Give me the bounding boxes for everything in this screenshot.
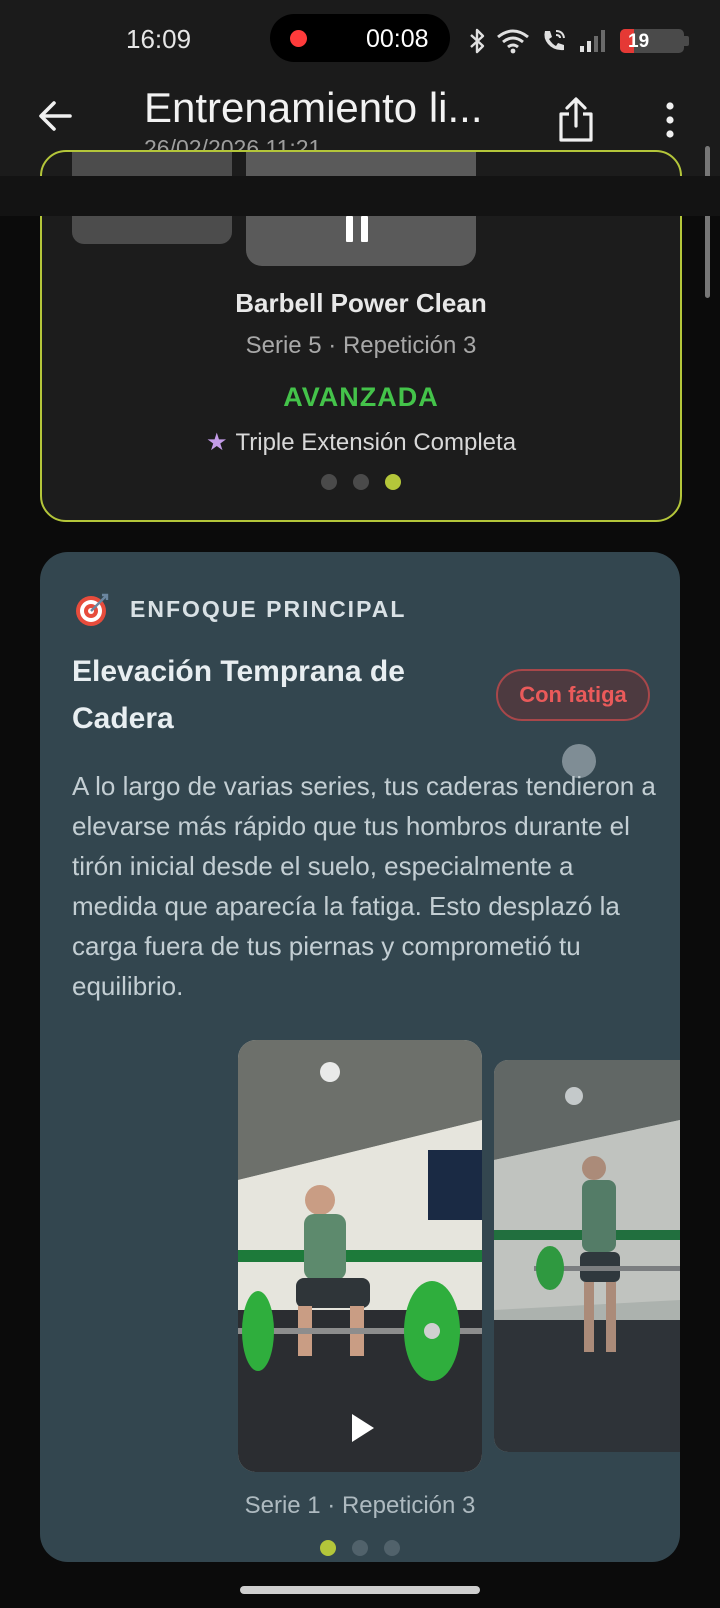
- focus-card: ENFOQUE PRINCIPAL Elevación Temprana de …: [40, 552, 680, 1562]
- exercise-meta: Serie 5 · Repetición 3: [245, 332, 477, 359]
- header-shadow-band: [0, 176, 720, 216]
- exercise-name: Barbell Power Clean: [235, 288, 487, 318]
- target-icon: [76, 593, 109, 626]
- gym-lift-image: [494, 1060, 680, 1452]
- video-meta: Serie 1 · Repetición 3: [244, 1492, 476, 1519]
- wifi-calling-icon: [544, 30, 565, 51]
- pager-dot-active[interactable]: [385, 474, 401, 490]
- pager-dots[interactable]: [40, 1540, 680, 1556]
- page-title: Entrenamiento li...: [144, 84, 483, 131]
- status-time: 16:09: [126, 24, 192, 54]
- highlight-text: Triple Extensión Completa: [235, 429, 517, 456]
- pager-dot[interactable]: [353, 474, 369, 490]
- pager-dot-active[interactable]: [320, 1540, 336, 1556]
- home-indicator[interactable]: [240, 1586, 480, 1594]
- pager-dot[interactable]: [352, 1540, 368, 1556]
- play-icon[interactable]: [352, 1414, 374, 1442]
- battery-icon: 19: [620, 29, 692, 53]
- focus-description: A lo largo de varias series, tus caderas…: [72, 771, 656, 1001]
- pause-icon[interactable]: [344, 216, 370, 242]
- pager-dot[interactable]: [321, 474, 337, 490]
- screen-recording-indicator[interactable]: 00:08: [270, 14, 450, 62]
- scrollbar[interactable]: [705, 146, 710, 298]
- gym-lift-image: [238, 1040, 482, 1472]
- signal-icon: [580, 30, 605, 52]
- focus-title: Elevación Temprana de Cadera: [72, 655, 405, 735]
- star-icon: ★: [205, 429, 228, 456]
- video-thumbnail-active[interactable]: [238, 1040, 482, 1472]
- record-dot-icon: [290, 30, 307, 47]
- highlight-line: ★ Triple Extensión Completa: [42, 428, 680, 457]
- bluetooth-icon: [470, 28, 485, 54]
- video-thumbnail[interactable]: [494, 1060, 680, 1452]
- more-vert-icon[interactable]: [660, 100, 680, 140]
- level-label: AVANZADA: [283, 382, 439, 412]
- fatigue-badge: Con fatiga: [496, 669, 650, 721]
- recording-timer: 00:08: [366, 25, 429, 53]
- focus-label: ENFOQUE PRINCIPAL: [130, 596, 407, 622]
- pager-dot[interactable]: [384, 1540, 400, 1556]
- wifi-icon: [497, 29, 529, 54]
- system-icons: [468, 26, 608, 56]
- status-bar: 16:09 00:08 19: [0, 0, 720, 78]
- pager-dots[interactable]: [42, 474, 680, 490]
- battery-level: 19: [628, 31, 650, 52]
- back-arrow-icon[interactable]: [36, 96, 76, 136]
- share-icon[interactable]: [556, 96, 596, 144]
